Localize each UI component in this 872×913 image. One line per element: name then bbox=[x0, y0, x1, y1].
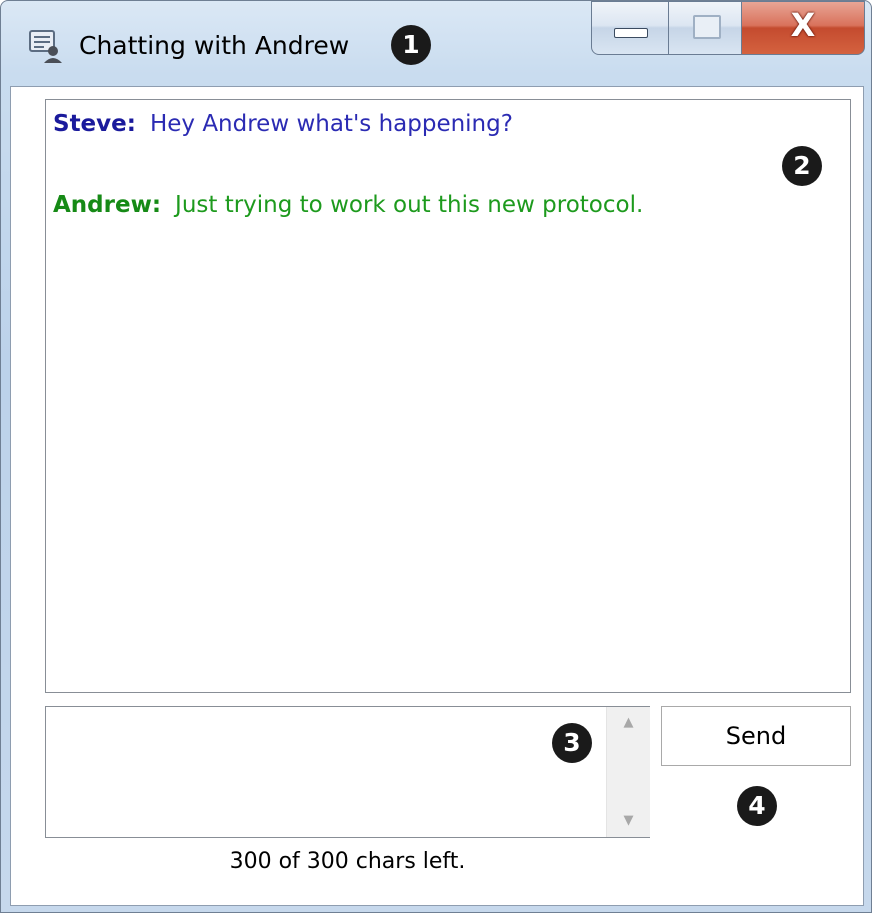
title-bar[interactable]: Chatting with Andrew 1 X bbox=[1, 1, 871, 87]
minimize-button[interactable] bbox=[591, 1, 669, 55]
message-compose-box[interactable]: 3 ▲ ▼ bbox=[45, 706, 650, 838]
message-input[interactable] bbox=[46, 707, 606, 835]
close-button[interactable]: X bbox=[741, 1, 865, 55]
scroll-up-arrow-icon[interactable]: ▲ bbox=[607, 707, 650, 739]
chat-message: Andrew: Just trying to work out this new … bbox=[53, 192, 643, 218]
compose-scrollbar[interactable]: ▲ ▼ bbox=[606, 707, 650, 837]
message-sender: Andrew: bbox=[53, 192, 162, 218]
minimize-icon bbox=[614, 28, 648, 38]
client-area: Steve: Hey Andrew what's happening? Andre… bbox=[10, 86, 864, 906]
message-sender: Steve: bbox=[53, 111, 136, 137]
chat-message: Steve: Hey Andrew what's happening? bbox=[53, 111, 513, 137]
scroll-down-arrow-icon[interactable]: ▼ bbox=[607, 805, 650, 837]
chat-history[interactable]: Steve: Hey Andrew what's happening? Andre… bbox=[45, 99, 851, 693]
message-text: Just trying to work out this new protoco… bbox=[175, 192, 644, 218]
close-icon: X bbox=[790, 6, 816, 44]
message-text: Hey Andrew what's happening? bbox=[149, 111, 513, 137]
callout-badge: 1 bbox=[391, 25, 431, 65]
callout-badge: 4 bbox=[737, 786, 777, 826]
send-button[interactable]: Send bbox=[661, 706, 851, 766]
chat-window: Chatting with Andrew 1 X Steve: Hey Andre… bbox=[0, 0, 872, 913]
callout-badge: 3 bbox=[552, 723, 592, 763]
chat-window-icon bbox=[29, 30, 62, 63]
callout-badge: 2 bbox=[782, 146, 822, 186]
maximize-icon bbox=[693, 15, 721, 39]
maximize-button[interactable] bbox=[668, 1, 742, 55]
chars-left-counter: 300 of 300 chars left. bbox=[229, 849, 466, 874]
window-title: Chatting with Andrew bbox=[79, 31, 350, 60]
